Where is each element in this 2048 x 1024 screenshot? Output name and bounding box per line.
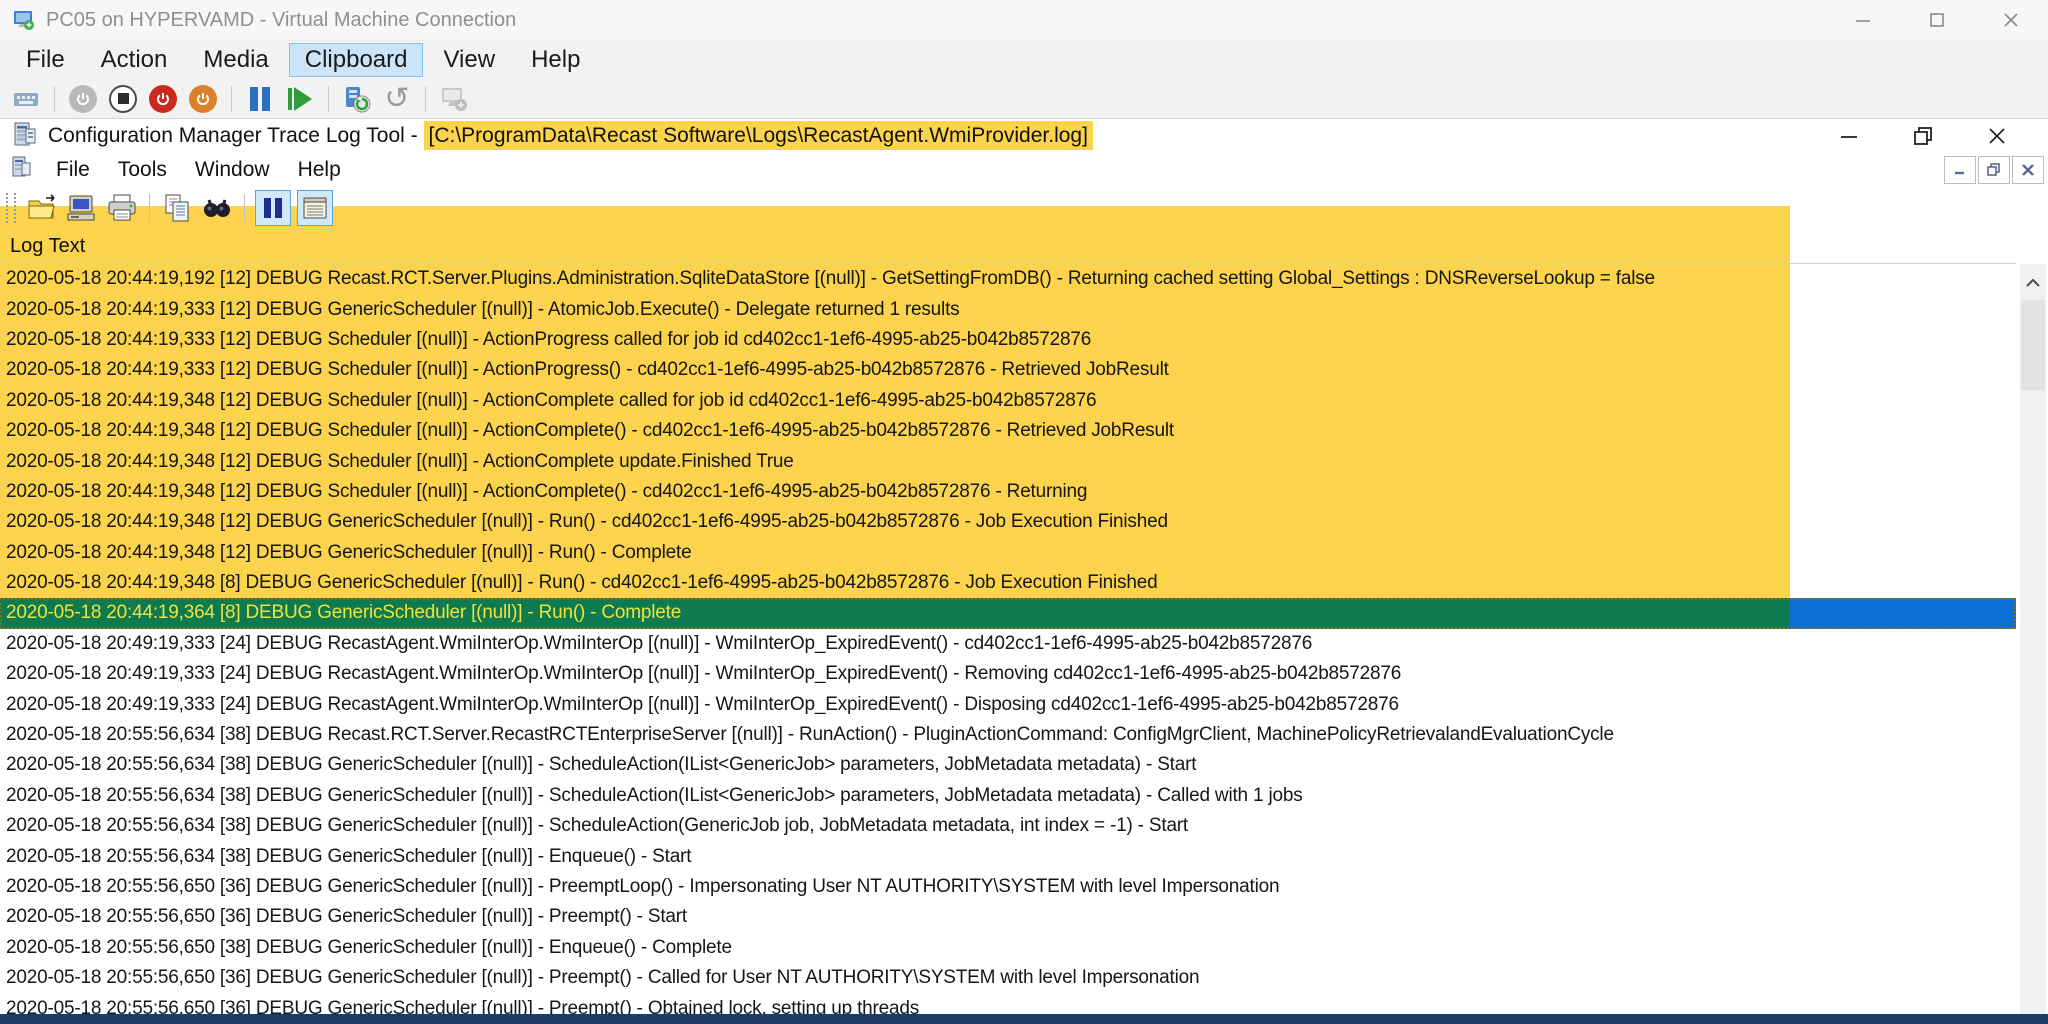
cmtrace-menubar: File Tools Window Help bbox=[0, 153, 2048, 186]
log-row[interactable]: 2020-05-18 20:55:56,634 [38] DEBUG Gener… bbox=[0, 781, 2016, 811]
taskbar-edge bbox=[0, 1014, 2048, 1024]
toolbar-separator bbox=[149, 194, 150, 222]
log-row[interactable]: 2020-05-18 20:49:19,333 [24] DEBUG Recas… bbox=[0, 629, 2016, 659]
cmtrace-menu-help[interactable]: Help bbox=[284, 156, 355, 184]
log-row[interactable]: 2020-05-18 20:44:19,348 [12] DEBUG Gener… bbox=[0, 507, 2016, 537]
log-text-column-header[interactable]: Log Text bbox=[0, 230, 2016, 264]
log-row[interactable]: 2020-05-18 20:55:56,634 [38] DEBUG Gener… bbox=[0, 750, 2016, 780]
scrollbar-thumb[interactable] bbox=[2021, 300, 2045, 390]
cmtrace-menu-window[interactable]: Window bbox=[181, 156, 284, 184]
log-row[interactable]: 2020-05-18 20:44:19,348 [12] DEBUG Sched… bbox=[0, 386, 2016, 416]
vm-close-button[interactable] bbox=[1974, 0, 2048, 40]
vm-maximize-button[interactable] bbox=[1900, 0, 1974, 40]
log-row[interactable]: 2020-05-18 20:49:19,333 [24] DEBUG Recas… bbox=[0, 689, 2016, 719]
log-row[interactable]: 2020-05-18 20:44:19,333 [12] DEBUG Gener… bbox=[0, 294, 2016, 324]
log-row[interactable]: 2020-05-18 20:44:19,364 [8] DEBUG Generi… bbox=[0, 598, 2016, 628]
log-row[interactable]: 2020-05-18 20:44:19,348 [8] DEBUG Generi… bbox=[0, 568, 2016, 598]
toolbar-separator bbox=[425, 86, 426, 112]
log-row[interactable]: 2020-05-18 20:44:19,348 [12] DEBUG Sched… bbox=[0, 477, 2016, 507]
mdi-minimize-button[interactable] bbox=[1944, 156, 1976, 184]
toolbar-separator bbox=[54, 86, 55, 112]
log-row[interactable]: 2020-05-18 20:55:56,650 [36] DEBUG Gener… bbox=[0, 872, 2016, 902]
revert-checkpoint-icon[interactable]: ↺ bbox=[382, 84, 412, 114]
vm-menu-view[interactable]: View bbox=[427, 43, 511, 77]
cmtrace-minimize-button[interactable] bbox=[1812, 119, 1886, 153]
vm-menu-clipboard[interactable]: Clipboard bbox=[289, 43, 424, 77]
cmtrace-restore-button[interactable] bbox=[1886, 119, 1960, 153]
log-list: 2020-05-18 20:44:19,192 [12] DEBUG Recas… bbox=[0, 264, 2016, 1024]
start-icon[interactable] bbox=[68, 84, 98, 114]
hyperv-app-icon bbox=[12, 8, 36, 32]
vm-titlebar: PC05 on HYPERVAMD - Virtual Machine Conn… bbox=[0, 0, 2048, 41]
toolbar-gripper[interactable] bbox=[6, 193, 16, 223]
log-row[interactable]: 2020-05-18 20:55:56,650 [36] DEBUG Gener… bbox=[0, 902, 2016, 932]
log-row[interactable]: 2020-05-18 20:44:19,348 [12] DEBUG Sched… bbox=[0, 416, 2016, 446]
log-row[interactable]: 2020-05-18 20:55:56,634 [38] DEBUG Gener… bbox=[0, 811, 2016, 841]
log-row[interactable]: 2020-05-18 20:44:19,333 [12] DEBUG Sched… bbox=[0, 355, 2016, 385]
find-icon[interactable] bbox=[200, 191, 234, 225]
message-window-toggle-button[interactable] bbox=[297, 190, 333, 226]
pause-icon[interactable] bbox=[245, 84, 275, 114]
log-row[interactable]: 2020-05-18 20:44:19,348 [12] DEBUG Sched… bbox=[0, 446, 2016, 476]
mdi-document-icon bbox=[10, 156, 32, 184]
vm-menu-action[interactable]: Action bbox=[85, 43, 184, 77]
ctrl-alt-delete-icon[interactable] bbox=[11, 84, 41, 114]
log-row[interactable]: 2020-05-18 20:44:19,333 [12] DEBUG Sched… bbox=[0, 325, 2016, 355]
log-row[interactable]: 2020-05-18 20:49:19,333 [24] DEBUG Recas… bbox=[0, 659, 2016, 689]
computer-icon[interactable] bbox=[65, 191, 99, 225]
cmtrace-close-button[interactable] bbox=[1960, 119, 2034, 153]
cmtrace-titlebar: Configuration Manager Trace Log Tool - [… bbox=[0, 119, 2048, 153]
cmtrace-window-title: Configuration Manager Trace Log Tool - [… bbox=[48, 124, 1093, 148]
cmtrace-menu-tools[interactable]: Tools bbox=[104, 156, 181, 184]
toolbar-separator bbox=[244, 194, 245, 222]
log-row[interactable]: 2020-05-18 20:44:19,348 [12] DEBUG Gener… bbox=[0, 538, 2016, 568]
reset-icon[interactable] bbox=[285, 84, 315, 114]
enhanced-session-icon[interactable] bbox=[439, 84, 469, 114]
mdi-restore-button[interactable] bbox=[1978, 156, 2010, 184]
log-row[interactable]: 2020-05-18 20:55:56,634 [38] DEBUG Recas… bbox=[0, 720, 2016, 750]
vm-minimize-button[interactable] bbox=[1826, 0, 1900, 40]
toolbar-separator bbox=[328, 86, 329, 112]
shut-down-icon[interactable] bbox=[148, 84, 178, 114]
vm-toolbar: ↺ bbox=[0, 79, 2048, 119]
mdi-close-button[interactable] bbox=[2012, 156, 2044, 184]
pause-toggle-button[interactable] bbox=[255, 190, 291, 226]
checkpoint-icon[interactable] bbox=[342, 84, 372, 114]
log-row[interactable]: 2020-05-18 20:55:56,650 [36] DEBUG Gener… bbox=[0, 963, 2016, 993]
save-icon[interactable] bbox=[188, 84, 218, 114]
vm-menu-media[interactable]: Media bbox=[187, 43, 284, 77]
cmtrace-app-icon bbox=[12, 121, 38, 152]
log-text-header-label: Log Text bbox=[10, 235, 85, 258]
scroll-up-arrow[interactable] bbox=[2020, 270, 2046, 296]
toolbar-separator bbox=[231, 86, 232, 112]
vm-menu-file[interactable]: File bbox=[10, 43, 81, 77]
turn-off-icon[interactable] bbox=[108, 84, 138, 114]
log-row[interactable]: 2020-05-18 20:44:19,192 [12] DEBUG Recas… bbox=[0, 264, 2016, 294]
open-icon[interactable] bbox=[25, 191, 59, 225]
vm-menu-help[interactable]: Help bbox=[515, 43, 596, 77]
log-row[interactable]: 2020-05-18 20:55:56,634 [38] DEBUG Gener… bbox=[0, 841, 2016, 871]
vm-menubar: File Action Media Clipboard View Help bbox=[0, 41, 2048, 79]
vertical-scrollbar[interactable] bbox=[2020, 264, 2046, 1024]
cmtrace-toolbar bbox=[0, 186, 2048, 230]
cmtrace-title-prefix: Configuration Manager Trace Log Tool - bbox=[48, 124, 424, 147]
print-icon[interactable] bbox=[105, 191, 139, 225]
copy-icon[interactable] bbox=[160, 191, 194, 225]
vm-window-title: PC05 on HYPERVAMD - Virtual Machine Conn… bbox=[46, 9, 516, 32]
virtual-machine-connection-window: PC05 on HYPERVAMD - Virtual Machine Conn… bbox=[0, 0, 2048, 1024]
cmtrace-title-logpath-highlighted: [C:\ProgramData\Recast Software\Logs\Rec… bbox=[424, 121, 1093, 150]
cmtrace-menu-file[interactable]: File bbox=[42, 156, 104, 184]
log-row[interactable]: 2020-05-18 20:55:56,650 [38] DEBUG Gener… bbox=[0, 933, 2016, 963]
